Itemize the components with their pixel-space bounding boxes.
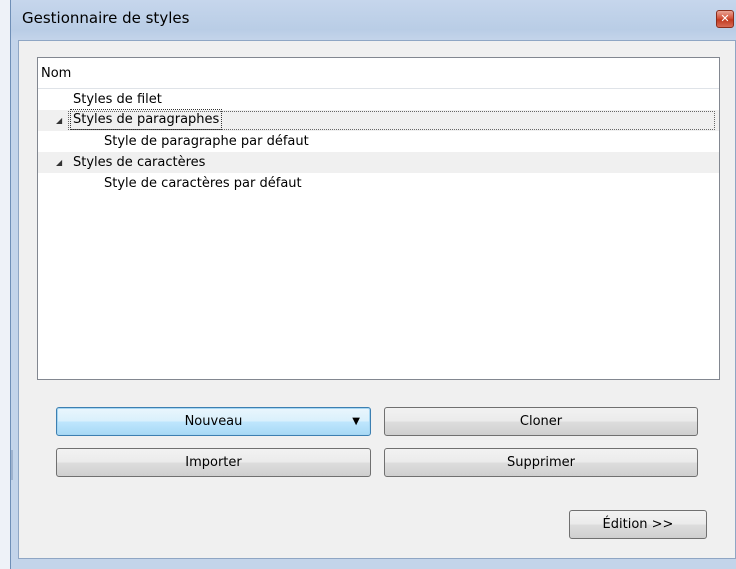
tree-row-label: Style de paragraphe par défaut (104, 134, 309, 149)
tree-row-default-paragraph-style[interactable]: Style de paragraphe par défaut (38, 131, 719, 152)
title-bar[interactable]: Gestionnaire de styles ✕ (10, 0, 736, 40)
styles-tree[interactable]: Nom Styles de filet ◢ Styles de paragrap… (37, 57, 720, 380)
tree-row-default-character-style[interactable]: Style de caractères par défaut (38, 173, 719, 194)
dropdown-arrow-icon[interactable]: ▼ (352, 408, 360, 435)
collapse-triangle-icon[interactable]: ◢ (56, 110, 68, 131)
tree-row-label: Styles de filet (73, 92, 162, 107)
new-button[interactable]: Nouveau ▼ (56, 407, 371, 436)
tree-row-paragraph-styles[interactable]: ◢ Styles de paragraphes (38, 109, 719, 131)
delete-button[interactable]: Supprimer (384, 448, 698, 477)
clone-button[interactable]: Cloner (384, 407, 698, 436)
close-button[interactable]: ✕ (716, 10, 734, 28)
collapse-triangle-icon[interactable]: ◢ (56, 152, 68, 173)
new-button-label: Nouveau (184, 414, 243, 429)
import-button-label: Importer (185, 455, 242, 470)
window-resize-grip (11, 450, 13, 480)
tree-row-label: Style de caractères par défaut (104, 176, 302, 191)
window-title: Gestionnaire de styles (22, 9, 190, 27)
tree-row-label: Styles de paragraphes (69, 109, 223, 130)
edit-button[interactable]: Édition >> (569, 510, 707, 539)
column-header-name: Nom (41, 66, 72, 81)
tree-row-character-styles[interactable]: ◢ Styles de caractères (38, 152, 719, 173)
delete-button-label: Supprimer (507, 455, 575, 470)
style-manager-window: Gestionnaire de styles ✕ Nom Styles de f… (0, 0, 736, 569)
tree-row-line-styles[interactable]: Styles de filet (38, 89, 719, 110)
import-button[interactable]: Importer (56, 448, 371, 477)
edit-button-label: Édition >> (602, 517, 674, 532)
tree-column-header[interactable]: Nom (38, 58, 719, 89)
close-icon: ✕ (720, 12, 730, 25)
clone-button-label: Cloner (519, 414, 563, 429)
tree-row-label: Styles de caractères (73, 155, 206, 170)
